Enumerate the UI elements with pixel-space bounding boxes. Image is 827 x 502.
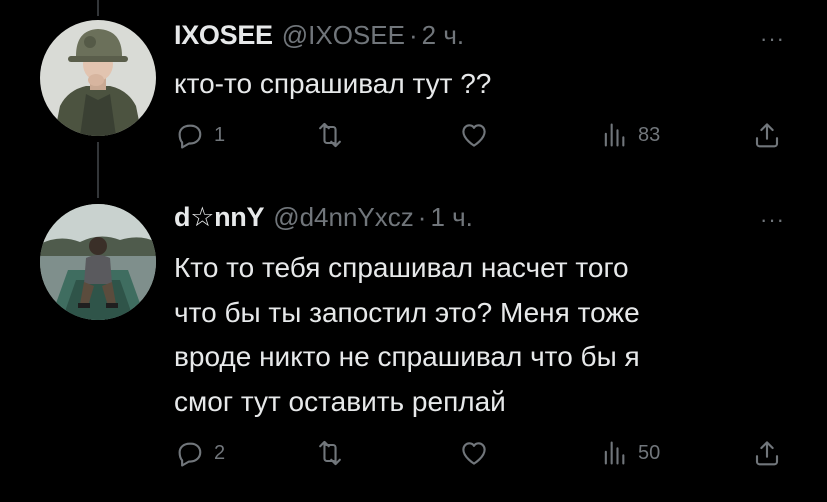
avatar[interactable]	[40, 20, 156, 136]
share-icon	[755, 441, 779, 466]
tweet-text: Кто то тебя спрашивал насчет того что бы…	[174, 246, 774, 424]
more-options-icon[interactable]: ···	[760, 28, 785, 50]
header-separator: ·	[408, 20, 418, 50]
header-separator: ·	[417, 202, 427, 232]
tweet-text-line: кто-то спрашивал тут ??	[174, 68, 492, 99]
more-options-icon[interactable]: ···	[760, 209, 785, 231]
tweet-timestamp[interactable]: 1 ч.	[430, 202, 472, 233]
author-handle[interactable]: @d4nnYxcz	[273, 202, 414, 233]
reply-count: 2	[214, 441, 226, 464]
retweet-button[interactable]	[314, 115, 356, 155]
like-button[interactable]	[458, 115, 500, 155]
tweet-header: d☆nnY @d4nnYxcz · 1 ч.	[174, 202, 473, 236]
reply-button[interactable]: 2	[174, 433, 225, 473]
tweet-header: IXOSEE @IXOSEE · 2 ч.	[174, 20, 464, 54]
share-icon	[755, 123, 779, 148]
share-button[interactable]	[752, 433, 782, 473]
tweet-text-line: смог тут оставить реплай	[174, 385, 506, 417]
views-button[interactable]: 83	[600, 115, 660, 155]
views-count: 50	[638, 441, 661, 464]
tweet-text-line: что бы ты запостил это? Меня тоже	[174, 296, 640, 328]
tweet-actions: 2 50	[174, 433, 786, 473]
soldier-avatar-icon	[40, 20, 156, 136]
views-count: 83	[638, 123, 661, 146]
heart-icon	[462, 442, 486, 465]
author-name[interactable]: d☆nnY	[174, 202, 265, 233]
tweet-timestamp[interactable]: 2 ч.	[422, 20, 464, 51]
like-button[interactable]	[458, 433, 500, 473]
retweet-button[interactable]	[314, 433, 356, 473]
retweet-icon	[319, 440, 341, 466]
views-chart-icon	[604, 441, 625, 465]
author-handle[interactable]: @IXOSEE	[282, 20, 405, 51]
views-button[interactable]: 50	[600, 433, 660, 473]
avatar[interactable]	[40, 204, 156, 320]
views-chart-icon	[604, 123, 625, 147]
reply-button[interactable]: 1	[174, 115, 225, 155]
retweet-icon	[319, 122, 341, 148]
tweet-text-line: вроде никто не спрашивал что бы я	[174, 341, 640, 372]
tweet-2[interactable]: d☆nnY @d4nnYxcz · 1 ч. ··· Кто то тебя с…	[0, 185, 827, 502]
reply-icon	[178, 124, 202, 149]
tweet-actions: 1 83	[174, 115, 786, 155]
tweet-text-line: Кто то тебя спрашивал насчет того	[174, 252, 629, 283]
reply-icon	[178, 442, 202, 467]
tweet-text: кто-то спрашивал тут ??	[174, 62, 774, 107]
reply-count: 1	[214, 123, 226, 146]
author-name[interactable]: IXOSEE	[174, 20, 273, 51]
share-button[interactable]	[752, 115, 782, 155]
boat-lake-avatar-icon	[40, 204, 156, 320]
heart-icon	[462, 124, 486, 147]
tweet-1[interactable]: IXOSEE @IXOSEE · 2 ч. ··· кто-то спрашив…	[0, 0, 827, 185]
